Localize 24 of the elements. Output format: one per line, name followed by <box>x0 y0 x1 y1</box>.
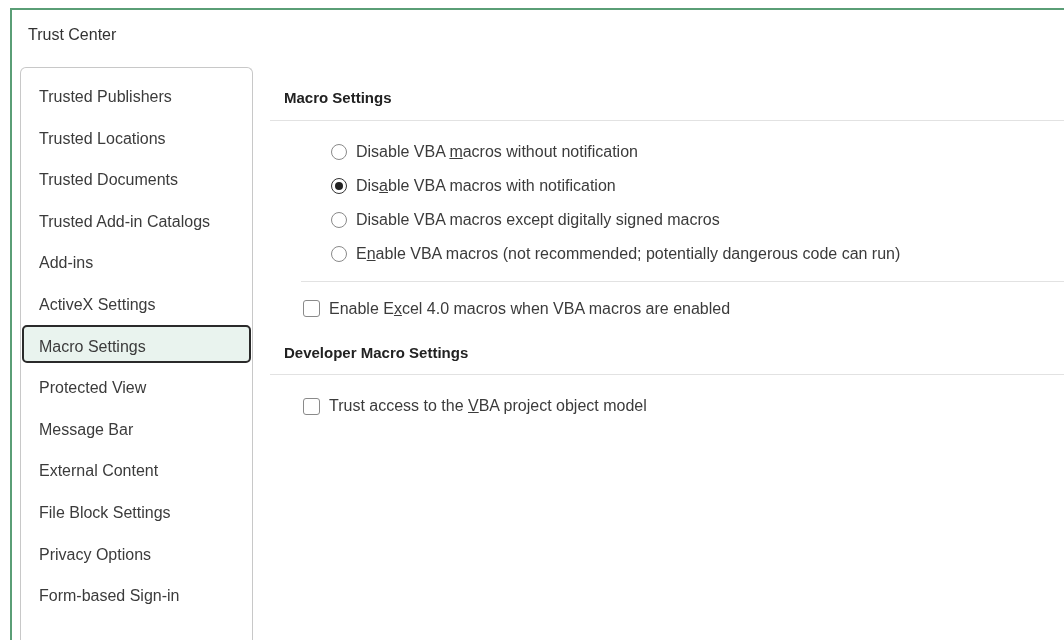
sidebar-item[interactable]: Form-based Sign-in <box>22 574 251 613</box>
sidebar-item[interactable]: Trusted Publishers <box>22 75 251 113</box>
sidebar-item[interactable]: Trusted Locations <box>22 116 251 155</box>
option-label: Enable VBA macros (not recommended; potentially dangerous code can run) <box>356 243 901 264</box>
sidebar-item[interactable]: Trusted Add-in Catalogs <box>22 199 251 238</box>
option-label: Trust access to the VBA project object model <box>329 396 647 416</box>
sidebar-item[interactable]: External Content <box>22 449 251 488</box>
section-heading: Macro Settings <box>284 88 393 108</box>
option-label: Disable VBA macros without notification <box>356 141 638 162</box>
sidebar-item[interactable]: Protected View <box>22 366 251 405</box>
window-title: Trust Center <box>27 25 118 45</box>
sidebar-item[interactable]: ActiveX Settings <box>22 282 251 321</box>
option-label: Disable VBA macros with notification <box>356 175 616 196</box>
section-heading: Developer Macro Settings <box>284 342 470 363</box>
sidebar-item[interactable]: Message Bar <box>22 407 251 446</box>
sidebar-item[interactable]: Macro Settings <box>22 324 251 363</box>
sidebar-item[interactable]: Privacy Options <box>22 532 251 571</box>
sidebar-item[interactable]: Trusted Documents <box>22 158 251 197</box>
option-label: Disable VBA macros except digitally signed macros <box>356 209 720 230</box>
sidebar-item[interactable]: Add-ins <box>22 241 251 280</box>
checkbox[interactable] <box>303 300 320 317</box>
sidebar-item[interactable]: File Block Settings <box>22 490 251 529</box>
checkbox[interactable] <box>303 397 320 415</box>
option-label: Enable Excel 4.0 macros when VBA macros are enabled <box>329 298 731 319</box>
